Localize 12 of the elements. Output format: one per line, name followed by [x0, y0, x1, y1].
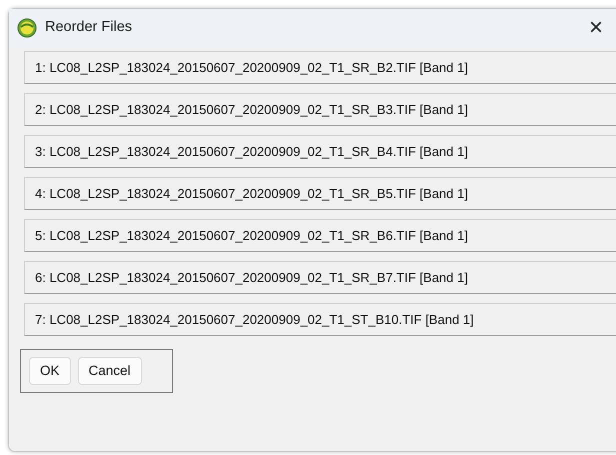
ok-button[interactable]: OK: [29, 357, 71, 386]
close-button[interactable]: ×: [584, 16, 607, 40]
file-button[interactable]: 7: LC08_L2SP_183024_20150607_20200909_02_T1_ST_B10.TIF [Band 1]: [24, 303, 616, 336]
app-icon: [17, 18, 37, 38]
file-button[interactable]: 3: LC08_L2SP_183024_20150607_20200909_02_T1_SR_B4.TIF [Band 1]: [24, 135, 616, 168]
file-button[interactable]: 6: LC08_L2SP_183024_20150607_20200909_02_T1_SR_B7.TIF [Band 1]: [24, 261, 616, 294]
window-title: Reorder Files: [45, 18, 134, 38]
file-button[interactable]: 1: LC08_L2SP_183024_20150607_20200909_02_T1_SR_B2.TIF [Band 1]: [24, 51, 616, 84]
file-button[interactable]: 4: LC08_L2SP_183024_20150607_20200909_02_T1_SR_B5.TIF [Band 1]: [24, 177, 616, 210]
cancel-button[interactable]: Cancel: [78, 357, 142, 386]
file-button[interactable]: 2: LC08_L2SP_183024_20150607_20200909_02_T1_SR_B3.TIF [Band 1]: [24, 93, 616, 126]
file-button[interactable]: 5: LC08_L2SP_183024_20150607_20200909_02_T1_SR_B6.TIF [Band 1]: [24, 219, 616, 252]
